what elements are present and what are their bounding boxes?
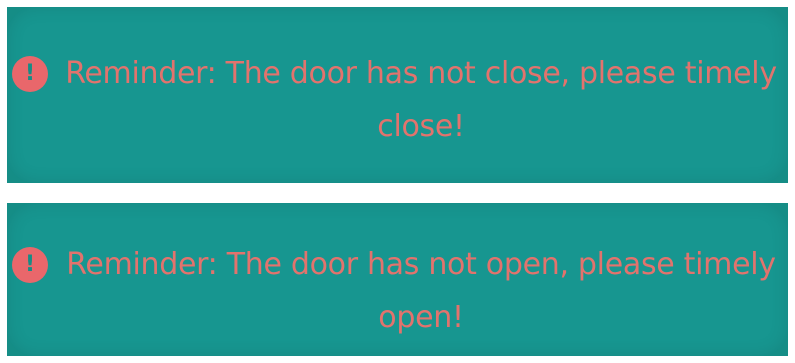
reminder-message: Reminder: The door has not close, please… [65,56,777,144]
exclamation-circle-icon: ! [12,56,48,92]
door-close-reminder-banner: ! Reminder: The door has not close, plea… [7,7,788,183]
exclamation-circle-icon: ! [12,247,48,283]
door-open-reminder-banner: ! Reminder: The door has not open, pleas… [7,203,788,356]
reminder-message: Reminder: The door has not open, please … [66,247,776,335]
